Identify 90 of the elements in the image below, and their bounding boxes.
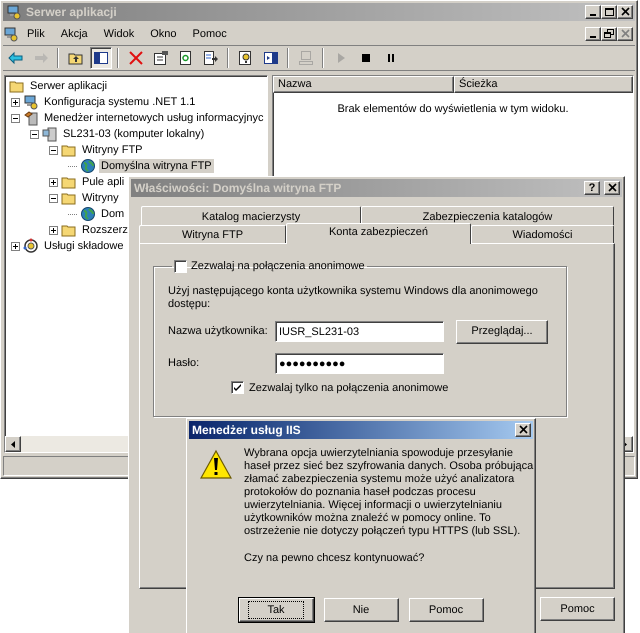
close-icon bbox=[620, 29, 630, 39]
export-list-icon bbox=[203, 50, 219, 66]
tab[interactable]: Konta zabezpieczeń bbox=[286, 223, 471, 244]
expand-icon[interactable] bbox=[49, 226, 58, 234]
column-header[interactable]: Ścieżka bbox=[454, 76, 633, 93]
tree-item[interactable]: Rozszerz bbox=[80, 223, 130, 237]
warning-icon bbox=[200, 449, 232, 481]
tree-item[interactable]: Serwer aplikacji bbox=[28, 79, 110, 93]
collapse-icon[interactable] bbox=[11, 114, 20, 122]
close-button[interactable] bbox=[604, 181, 620, 195]
warning-message: Wybrana opcja uwierzytelniania spowoduje przesyłanie haseł przez sieć bez szyfrowania danych. Osoba próbująca złamać zabezpieczenia systemu może użyć analizatora protokołów do poznania haseł podczas procesu uwierzytelniania. Więcej informacji o uwierzytelnianiu użytkowników można znaleźć w pomocy online. To ostrzeżenie nie dotyczy połączeń typu HTTPS (lub SSL). bbox=[244, 447, 534, 538]
close-button[interactable] bbox=[617, 5, 633, 19]
close-button[interactable] bbox=[515, 423, 531, 437]
dialog-button[interactable]: Tak bbox=[238, 598, 314, 622]
field-label: Nazwa użytkownika: bbox=[168, 324, 269, 340]
collapse-icon[interactable] bbox=[49, 146, 58, 154]
window-title: Właściwości: Domyślna witryna FTP bbox=[134, 180, 342, 197]
menu-item[interactable]: Widok bbox=[96, 26, 142, 42]
minimize-button[interactable] bbox=[585, 27, 601, 41]
help-button[interactable]: ? bbox=[584, 181, 600, 195]
confirm-question: Czy na pewno chcesz kontynuować? bbox=[244, 552, 426, 565]
scroll-left-button[interactable] bbox=[5, 436, 21, 452]
checkbox-label: Zezwalaj tylko na połączenia anonimowe bbox=[249, 380, 448, 396]
column-header[interactable]: Nazwa bbox=[273, 76, 454, 93]
checkbox-label: Zezwalaj na połączenia anonimowe bbox=[191, 259, 365, 274]
checkbox[interactable] bbox=[174, 260, 187, 273]
minimize-icon bbox=[590, 36, 596, 38]
tab[interactable]: Zabezpieczenia katalogów bbox=[361, 206, 614, 225]
window-title: Serwer aplikacji bbox=[26, 4, 118, 21]
tree-item[interactable]: Dom bbox=[99, 207, 126, 221]
tree-item[interactable]: Witryny bbox=[80, 191, 121, 205]
tree-item[interactable]: Domyślna witryna FTP bbox=[99, 159, 214, 173]
browse-button[interactable]: Przeglądaj... bbox=[456, 320, 548, 344]
menu-item[interactable]: Plik bbox=[19, 26, 53, 42]
globe-icon bbox=[80, 158, 96, 174]
close-icon bbox=[606, 183, 618, 193]
tree-item[interactable]: Witryny FTP bbox=[80, 143, 144, 157]
tree-item[interactable]: Menedżer internetowych usług informacyjnyc bbox=[42, 111, 266, 125]
tab[interactable]: Wiadomości bbox=[471, 225, 614, 243]
tree-pane-icon bbox=[93, 50, 109, 66]
globe-icon bbox=[80, 206, 96, 222]
collapse-icon[interactable] bbox=[30, 130, 39, 138]
dialog-button[interactable]: Nie bbox=[324, 598, 398, 622]
expand-icon[interactable] bbox=[11, 98, 20, 106]
tab[interactable]: Katalog macierzysty bbox=[141, 206, 361, 225]
tree-item[interactable]: Usługi składowe bbox=[42, 239, 126, 253]
password-field[interactable]: ●●●●●●●●●● bbox=[275, 353, 444, 374]
minimize-icon bbox=[590, 14, 596, 16]
computer-icon bbox=[42, 126, 58, 142]
description-text: Użyj następującego konta użytkownika systemu Windows dla anonimowego dostępu: bbox=[168, 284, 539, 310]
server-icon bbox=[23, 110, 39, 126]
left-arrow-icon bbox=[11, 440, 15, 448]
window-title: Menedżer usług IIS bbox=[192, 422, 302, 439]
tree-item[interactable]: Konfiguracja systemu .NET 1.1 bbox=[42, 95, 198, 109]
properties-icon bbox=[153, 50, 169, 66]
forward-arrow-icon bbox=[33, 50, 49, 66]
maximize-button[interactable] bbox=[601, 5, 617, 19]
tab[interactable]: Witryna FTP bbox=[139, 225, 286, 243]
close-icon bbox=[620, 7, 630, 17]
computer-icon bbox=[298, 50, 314, 66]
help-button[interactable]: Pomoc bbox=[540, 597, 615, 621]
collapse-icon[interactable] bbox=[49, 194, 58, 202]
maximize-icon bbox=[604, 7, 614, 17]
computer-icon bbox=[23, 94, 39, 110]
toolbar-button[interactable] bbox=[90, 47, 112, 69]
check-icon bbox=[234, 384, 241, 392]
computer-icon bbox=[6, 4, 22, 20]
tree-item[interactable]: SL231-03 (komputer lokalny) bbox=[61, 127, 206, 141]
menu-item[interactable]: Okno bbox=[142, 26, 184, 42]
username-field[interactable]: IUSR_SL231-03 bbox=[275, 321, 444, 342]
menu-item[interactable]: Pomoc bbox=[184, 26, 235, 42]
back-arrow-icon bbox=[8, 50, 24, 66]
checkbox[interactable] bbox=[231, 381, 244, 394]
panel-icon bbox=[263, 50, 279, 66]
menu-item[interactable]: Akcja bbox=[52, 26, 96, 42]
refresh-icon bbox=[178, 50, 194, 66]
components-icon bbox=[23, 238, 39, 254]
tree-item[interactable]: Pule apli bbox=[80, 175, 126, 189]
field-label: Hasło: bbox=[168, 356, 200, 372]
empty-message: Brak elementów do wyświetlenia w tym widoku. bbox=[337, 102, 569, 115]
dialog-button[interactable]: Pomoc bbox=[408, 598, 484, 622]
restore-button[interactable] bbox=[601, 27, 617, 41]
delete-icon bbox=[128, 50, 144, 66]
expand-icon[interactable] bbox=[49, 178, 58, 186]
minimize-button[interactable] bbox=[585, 5, 601, 19]
close-icon bbox=[518, 425, 528, 435]
expand-icon[interactable] bbox=[11, 242, 20, 250]
restore-icon bbox=[604, 29, 614, 39]
help-icon bbox=[238, 50, 254, 66]
computer-icon bbox=[3, 26, 19, 42]
